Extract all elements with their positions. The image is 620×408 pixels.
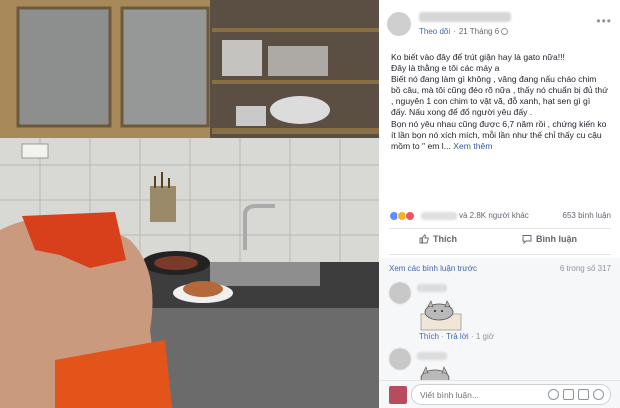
globe-icon — [501, 28, 509, 35]
comment-like-link[interactable]: Thích — [419, 332, 439, 341]
comment-count[interactable]: 653 bình luận — [563, 211, 612, 220]
previous-comments-row: Xem các bình luận trước 6 trong số 317 — [389, 264, 611, 273]
reaction-count[interactable]: và 2.8K người khác — [459, 211, 529, 220]
comment-icon — [522, 235, 532, 244]
comment-author[interactable] — [417, 284, 447, 292]
sticker-icon[interactable] — [593, 389, 604, 400]
post-line-text: Bọn nó yêu nhau cũng được 6,7 năm rồi , … — [391, 118, 607, 151]
kitchen-photo — [0, 0, 379, 408]
post-line: Bọn nó yêu nhau cũng được 6,7 năm rồi , … — [391, 119, 608, 152]
follow-link[interactable]: Theo dõi — [419, 27, 450, 36]
cat-sticker — [420, 300, 462, 331]
comments-position: 6 trong số 317 — [559, 264, 611, 273]
post-photo[interactable] — [0, 0, 379, 408]
like-button[interactable]: Thích — [419, 234, 457, 244]
divider — [389, 254, 611, 255]
emoji-icon[interactable] — [548, 389, 559, 400]
post-line: Biết nó đang làm gì không , vâng đang nấ… — [391, 74, 608, 118]
comment-label: Bình luận — [536, 234, 577, 244]
comment-time[interactable]: 1 giờ — [476, 332, 494, 341]
post-line: Đây là thằng e tôi các máy a — [391, 63, 500, 74]
camera-icon[interactable] — [563, 389, 574, 400]
like-label: Thích — [433, 234, 457, 244]
post-body: Ko biết vào đây để trút giận hay là gato… — [379, 46, 620, 152]
post-meta: Theo dõi · 21 Tháng 6 — [419, 27, 509, 36]
comment-actions: Thích · Trả lời · 1 giờ — [419, 332, 494, 341]
reactions-bar: và 2.8K người khác 653 bình luận — [389, 210, 611, 224]
author-avatar[interactable] — [387, 12, 411, 36]
see-more-link[interactable]: Xem thêm — [453, 141, 492, 151]
comment-input[interactable] — [420, 390, 540, 400]
comment-avatar[interactable] — [389, 348, 411, 370]
comment-author[interactable] — [417, 352, 447, 360]
user-avatar — [389, 386, 407, 404]
post-header: Theo dõi · 21 Tháng 6 ••• — [379, 0, 620, 46]
meta-separator: · — [453, 27, 456, 36]
reactor-name[interactable] — [421, 212, 457, 220]
comment-button[interactable]: Bình luận — [522, 234, 577, 244]
post-date[interactable]: 21 Tháng 6 — [459, 27, 499, 36]
cat-sticker — [420, 366, 450, 380]
author-name[interactable] — [419, 12, 511, 22]
divider — [389, 228, 611, 229]
love-reaction-icon — [405, 211, 415, 221]
thumbs-up-icon — [419, 234, 429, 244]
action-bar: Thích Bình luận — [389, 230, 611, 254]
post-line: Ko biết vào đây để trút giận hay là gato… — [391, 52, 565, 62]
comment-composer — [379, 380, 620, 408]
more-options-icon[interactable]: ••• — [596, 14, 612, 28]
comment-reply-link[interactable]: Trả lời — [446, 332, 469, 341]
previous-comments-link[interactable]: Xem các bình luận trước — [389, 264, 477, 273]
comment-box[interactable] — [411, 384, 611, 405]
composer-icons — [548, 389, 604, 400]
gif-icon[interactable] — [578, 389, 589, 400]
post-panel: Theo dõi · 21 Tháng 6 ••• Ko biết vào đây … — [379, 0, 620, 408]
comment-avatar[interactable] — [389, 282, 411, 304]
reaction-icons[interactable] — [389, 211, 415, 221]
